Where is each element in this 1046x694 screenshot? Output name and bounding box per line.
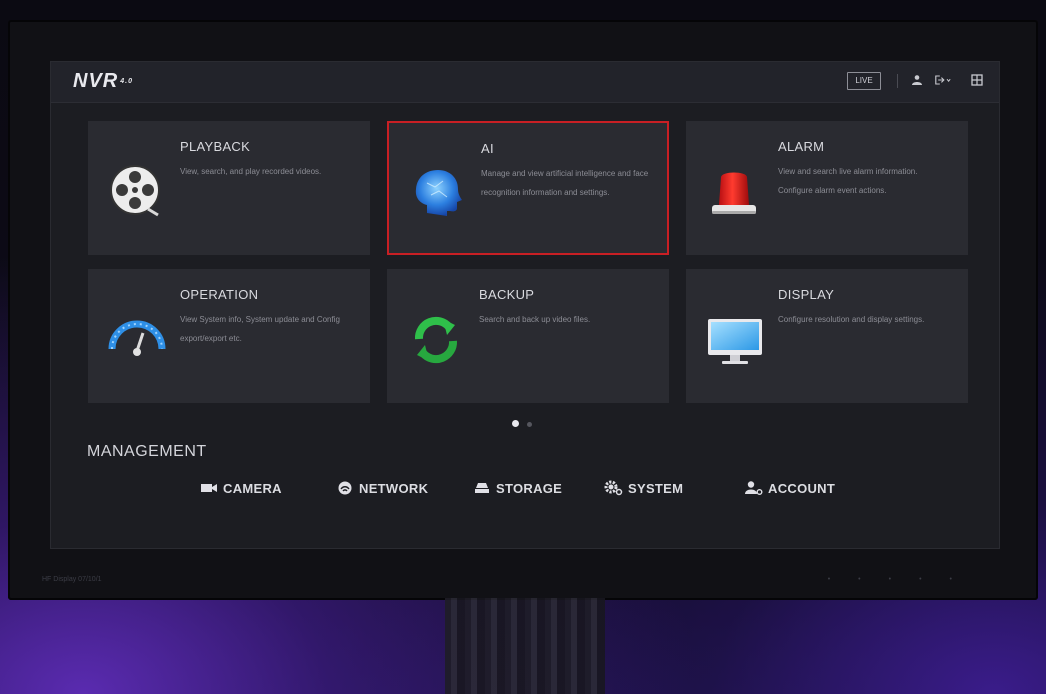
ai-head-icon	[407, 163, 465, 221]
tile-description: View System info, System update and Conf…	[180, 315, 340, 343]
nvr-main-menu: NVR 4.0 LIVE PLAYBACK View, search, and …	[50, 61, 1000, 549]
account-icon	[744, 480, 764, 496]
management-title: MANAGEMENT	[87, 443, 207, 460]
management-storage[interactable]: STORAGE	[472, 478, 562, 498]
tile-display[interactable]: DISPLAY Configure resolution and display…	[686, 269, 968, 403]
management-system[interactable]: SYSTEM	[604, 478, 683, 498]
gauge-icon	[108, 311, 166, 369]
page-dot[interactable]	[527, 422, 532, 427]
system-gear-icon	[604, 480, 624, 496]
management-label: CAMERA	[223, 480, 282, 496]
monitor-bottom-strip: HF Display 07/10/1 •••••	[30, 568, 1020, 592]
tile-description: View and search live alarm information. …	[778, 167, 918, 195]
management-label: ACCOUNT	[768, 480, 836, 496]
tile-title: DISPLAY	[778, 287, 835, 302]
grid-layout-icon[interactable]	[969, 72, 985, 88]
top-bar-divider	[897, 74, 898, 88]
management-network[interactable]: NETWORK	[335, 478, 428, 498]
tile-alarm[interactable]: ALARM View and search live alarm informa…	[686, 121, 968, 255]
alarm-siren-icon	[706, 163, 764, 221]
page-dot-active[interactable]	[512, 420, 519, 427]
monitor-icon	[706, 311, 764, 369]
tile-title: OPERATION	[180, 287, 259, 302]
monitor-buttons: •••••	[827, 576, 980, 583]
tile-title: ALARM	[778, 139, 825, 154]
film-reel-icon	[108, 163, 166, 221]
tile-title: AI	[481, 141, 494, 156]
management-camera[interactable]: CAMERA	[199, 478, 282, 498]
top-bar: NVR 4.0 LIVE	[51, 62, 999, 103]
sync-icon	[407, 311, 465, 369]
footer-text: HF Display 07/10/1	[42, 576, 102, 583]
user-icon[interactable]	[909, 72, 925, 88]
network-icon	[335, 480, 355, 496]
management-label: NETWORK	[359, 480, 429, 496]
camera-icon	[199, 480, 219, 496]
tile-description: View, search, and play recorded videos.	[180, 167, 322, 176]
management-label: SYSTEM	[628, 480, 684, 496]
tile-description: Configure resolution and display setting…	[778, 315, 925, 324]
monitor-stand	[445, 598, 605, 694]
tile-description: Manage and view artificial intelligence …	[481, 169, 649, 197]
page-indicator	[512, 414, 540, 432]
logout-icon[interactable]	[935, 72, 951, 88]
tile-playback[interactable]: PLAYBACK View, search, and play recorded…	[88, 121, 370, 255]
tile-title: PLAYBACK	[180, 139, 251, 154]
management-label: STORAGE	[496, 480, 563, 496]
tile-title: BACKUP	[479, 287, 535, 302]
tile-description: Search and back up video files.	[479, 315, 591, 324]
tile-operation[interactable]: OPERATION View System info, System updat…	[88, 269, 370, 403]
live-button[interactable]: LIVE	[847, 72, 881, 90]
storage-icon	[472, 480, 492, 496]
tile-backup[interactable]: BACKUP Search and back up video files.	[387, 269, 669, 403]
management-account[interactable]: ACCOUNT	[744, 478, 835, 498]
tile-ai[interactable]: AI Manage and view artificial intelligen…	[387, 121, 669, 255]
nvr-logo: NVR 4.0	[73, 70, 133, 92]
